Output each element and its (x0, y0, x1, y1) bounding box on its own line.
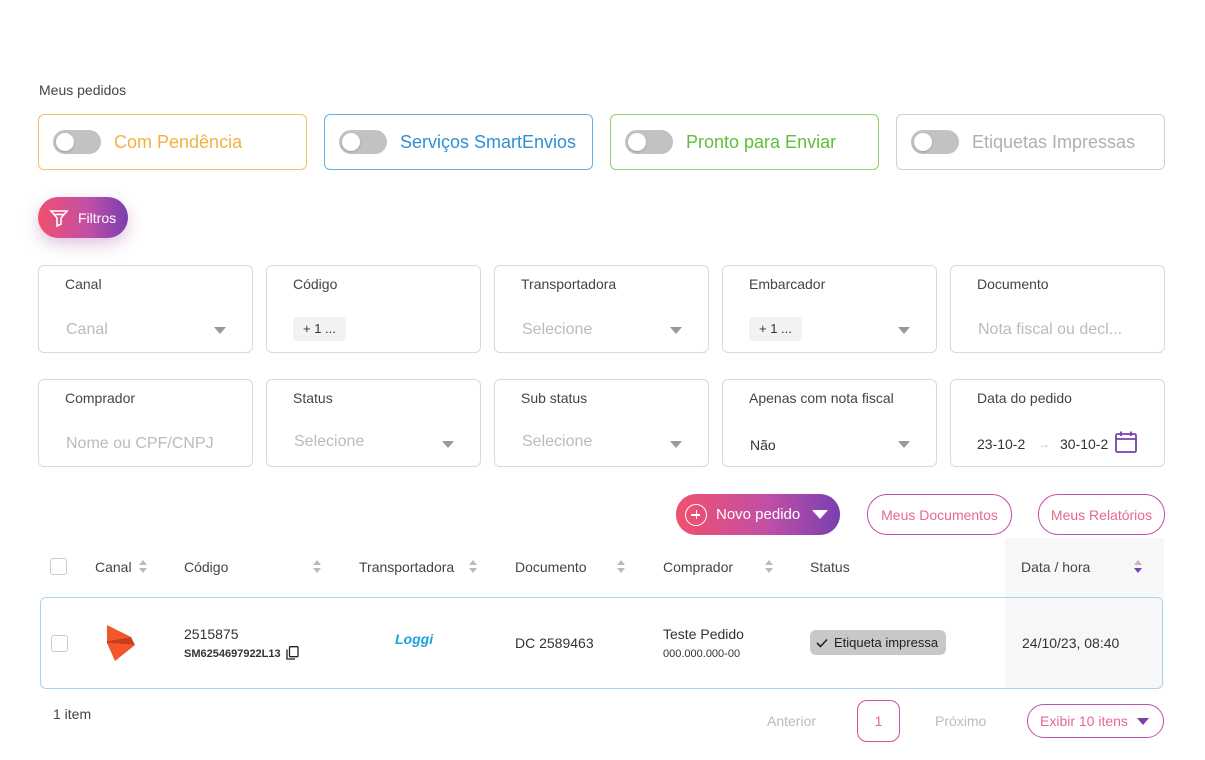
filter-placeholder: Selecione (522, 433, 593, 450)
caret-down-icon (1137, 718, 1149, 725)
filter-label: Sub status (521, 390, 588, 406)
filter-label: Documento (977, 276, 1049, 292)
toggle-switch[interactable] (625, 130, 673, 154)
loggi-logo: Loggi (395, 631, 434, 647)
filter-label: Código (293, 276, 338, 292)
filter-label: Status (293, 390, 333, 406)
sort-icon[interactable] (764, 560, 774, 576)
toggle-switch[interactable] (911, 130, 959, 154)
filters-button-label: Filtros (78, 209, 117, 226)
filter-sub-status[interactable]: Sub status Selecione (494, 379, 709, 467)
chevron-down-icon (214, 327, 226, 334)
filter-codigo[interactable]: Código + 1 ... (266, 265, 481, 353)
status-badge: Etiqueta impressa (810, 630, 947, 655)
filter-icon (49, 209, 69, 227)
column-header-codigo[interactable]: Código (184, 559, 228, 575)
filter-label: Canal (65, 276, 102, 292)
sort-icon[interactable] (616, 560, 626, 576)
date-arrow: → (1038, 437, 1050, 451)
filter-placeholder: Nota fiscal ou decl... (978, 321, 1123, 338)
filter-status[interactable]: Status Selecione (266, 379, 481, 467)
toggle-switch[interactable] (339, 130, 387, 154)
toggle-card-servicos-smartenvios[interactable]: Serviços SmartEnvios (324, 114, 593, 170)
toggle-switch[interactable] (53, 130, 101, 154)
smartenvios-logo-icon (107, 625, 135, 661)
sort-icon[interactable] (1133, 560, 1143, 576)
pagination-page-1[interactable]: 1 (857, 700, 900, 742)
column-header-data-hora[interactable]: Data / hora (1021, 559, 1090, 575)
filter-placeholder: Canal (66, 321, 108, 338)
column-header-canal[interactable]: Canal (95, 559, 132, 575)
sort-icon[interactable] (312, 560, 322, 576)
toggle-card-pronto-para-enviar[interactable]: Pronto para Enviar (610, 114, 879, 170)
toggle-card-com-pendencia[interactable]: Com Pendência (38, 114, 307, 170)
filter-data-pedido[interactable]: Data do pedido 23-10-2 → 30-10-2 (950, 379, 1165, 467)
chevron-down-icon (670, 441, 682, 448)
filters-button[interactable]: Filtros (38, 197, 128, 238)
document-number: DC 2589463 (515, 635, 594, 651)
pagination-next[interactable]: Próximo (935, 713, 986, 729)
toggle-label: Pronto para Enviar (686, 131, 837, 152)
pagination-prev[interactable]: Anterior (767, 713, 816, 729)
selected-chip[interactable]: + 1 ... (749, 317, 802, 341)
toggle-label: Com Pendência (114, 131, 243, 152)
toggle-label: Etiquetas Impressas (972, 131, 1136, 152)
select-all-checkbox[interactable] (50, 558, 67, 575)
tracking-code: SM6254697922L13 (184, 648, 281, 660)
filter-value: Não (750, 437, 776, 453)
filter-transportadora[interactable]: Transportadora Selecione (494, 265, 709, 353)
plus-circle-icon (685, 503, 707, 526)
order-code: 2515875 (184, 626, 239, 642)
table-row[interactable]: 2515875 SM6254697922L13 Loggi DC 2589463… (40, 597, 1163, 689)
sort-icon[interactable] (138, 560, 148, 576)
date-to[interactable]: 30-10-2 (1060, 436, 1108, 452)
toggle-label: Serviços SmartEnvios (400, 131, 577, 152)
novo-pedido-label: Novo pedido (716, 506, 801, 523)
selected-chip[interactable]: + 1 ... (293, 317, 346, 341)
order-datetime: 24/10/23, 08:40 (1022, 635, 1120, 651)
buyer-name: Teste Pedido (663, 626, 744, 642)
buyer-document: 000.000.000-00 (663, 648, 741, 660)
row-checkbox[interactable] (51, 635, 68, 652)
page-size-select[interactable]: Exibir 10 itens (1027, 704, 1164, 738)
items-count: 1 item (53, 706, 92, 722)
filter-embarcador[interactable]: Embarcador + 1 ... (722, 265, 937, 353)
filter-comprador[interactable]: Comprador Nome ou CPF/CNPJ (38, 379, 253, 467)
column-header-status: Status (810, 559, 850, 575)
filter-label: Comprador (65, 390, 136, 406)
column-header-documento[interactable]: Documento (515, 559, 587, 575)
column-header-comprador[interactable]: Comprador (663, 559, 733, 575)
filter-label: Data do pedido (977, 390, 1072, 406)
sort-icon[interactable] (468, 560, 478, 576)
meus-documentos-button[interactable]: Meus Documentos (867, 494, 1012, 535)
filter-canal[interactable]: Canal Canal (38, 265, 253, 353)
chevron-down-icon (442, 441, 454, 448)
caret-down-icon[interactable] (812, 510, 828, 519)
toggle-card-etiquetas-impressas[interactable]: Etiquetas Impressas (896, 114, 1165, 170)
check-icon (816, 638, 828, 648)
filter-label: Transportadora (521, 276, 617, 292)
filter-label: Embarcador (749, 276, 826, 292)
filter-nota-fiscal[interactable]: Apenas com nota fiscal Não (722, 379, 937, 467)
calendar-icon[interactable] (1114, 430, 1138, 454)
chevron-down-icon (898, 327, 910, 334)
meus-relatorios-button[interactable]: Meus Relatórios (1038, 494, 1165, 535)
filter-documento[interactable]: Documento Nota fiscal ou decl... (950, 265, 1165, 353)
filter-label: Apenas com nota fiscal (749, 390, 894, 406)
page-title: Meus pedidos (39, 82, 127, 98)
page-size-label: Exibir 10 itens (1040, 713, 1128, 729)
column-header-transportadora[interactable]: Transportadora (359, 559, 454, 575)
filter-placeholder: Selecione (522, 321, 593, 338)
date-from[interactable]: 23-10-2 (977, 436, 1025, 452)
copy-icon[interactable] (286, 646, 299, 660)
table-header: Canal Código Transportadora Documento Co… (40, 548, 1164, 588)
filter-placeholder: Selecione (294, 433, 365, 450)
filter-placeholder: Nome ou CPF/CNPJ (66, 435, 214, 452)
chevron-down-icon (898, 441, 910, 448)
chevron-down-icon (670, 327, 682, 334)
novo-pedido-button[interactable]: Novo pedido (676, 494, 840, 535)
